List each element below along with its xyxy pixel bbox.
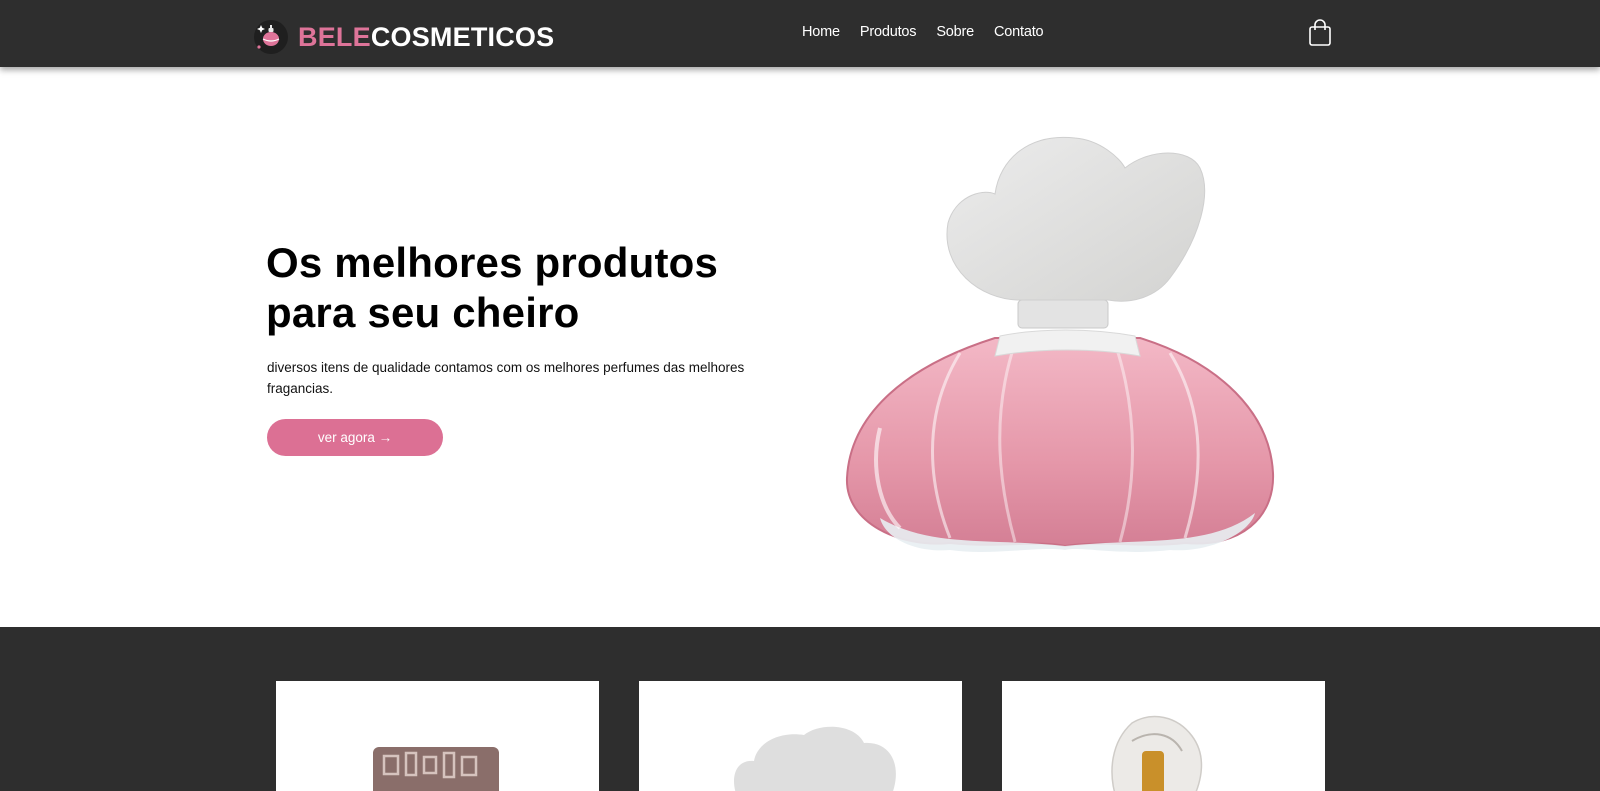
nav-home[interactable]: Home bbox=[802, 24, 840, 40]
logo[interactable]: BELECOSMETICOS bbox=[253, 12, 554, 62]
brand-name: BELECOSMETICOS bbox=[298, 12, 554, 62]
ver-agora-button[interactable]: ver agora → bbox=[267, 419, 443, 456]
product-card-1[interactable] bbox=[276, 681, 599, 791]
product-card-3[interactable] bbox=[1002, 681, 1325, 791]
hero-title: Os melhores produtos para seu cheiro bbox=[266, 238, 786, 338]
product-image-1 bbox=[373, 747, 499, 791]
shopping-bag-icon[interactable] bbox=[1308, 19, 1332, 47]
main-nav: Home Produtos Sobre Contato bbox=[802, 24, 1063, 40]
hero-title-line1: Os melhores produtos bbox=[266, 239, 719, 286]
product-image-3 bbox=[1111, 715, 1203, 791]
perfume-logo-icon bbox=[254, 20, 288, 54]
nav-produtos[interactable]: Produtos bbox=[860, 24, 917, 40]
site-header: BELECOSMETICOS Home Produtos Sobre Conta… bbox=[0, 0, 1600, 67]
brand-part-bele: BELE bbox=[298, 22, 371, 52]
product-card-2[interactable] bbox=[639, 681, 962, 791]
nav-sobre[interactable]: Sobre bbox=[936, 24, 974, 40]
brand-part-cosmeticos: COSMETICOS bbox=[370, 22, 555, 52]
products-section bbox=[0, 627, 1600, 791]
product-image-2 bbox=[734, 726, 896, 791]
hero-title-line2: para seu cheiro bbox=[266, 289, 580, 336]
hero-description: diversos itens de qualidade contamos com… bbox=[267, 360, 745, 396]
nav-contato[interactable]: Contato bbox=[994, 24, 1044, 40]
hero-perfume-image bbox=[845, 136, 1275, 552]
